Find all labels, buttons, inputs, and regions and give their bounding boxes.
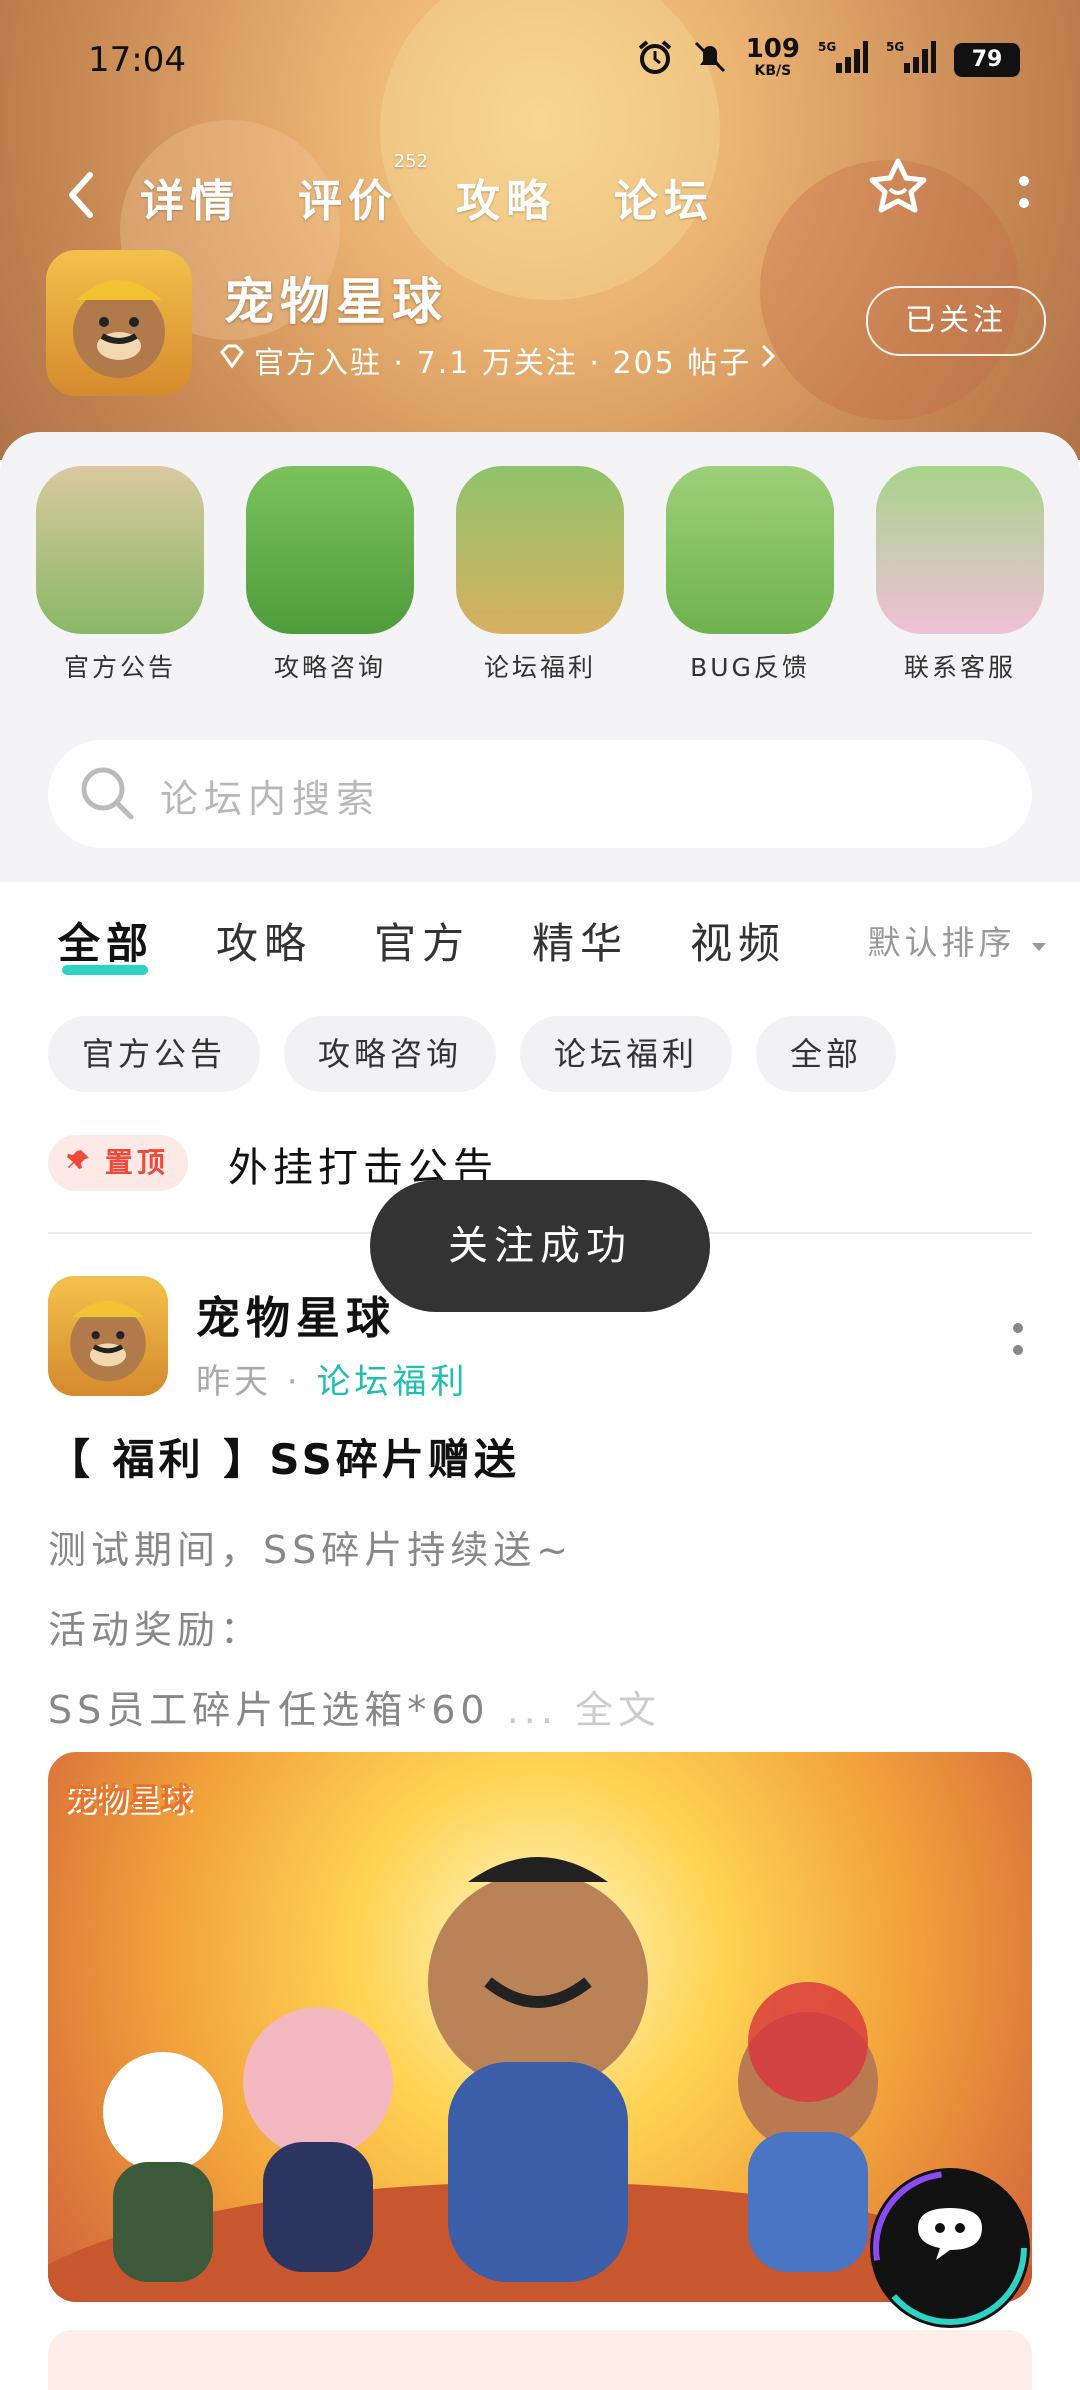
filter-all[interactable]: 全部 <box>58 910 154 975</box>
post-filter-tabs: 全部 攻略 官方 精华 视频 默认排序 <box>58 910 1048 980</box>
post-title: 【 福利 】SS碎片赠送 <box>48 1435 520 1484</box>
post-body: 测试期间，SS碎片持续送~ 活动奖励： SS员工碎片任选箱*60 ... 全文 <box>48 1510 661 1750</box>
category-chips: 官方公告 攻略咨询 论坛福利 全部 <box>48 1016 897 1092</box>
author-name[interactable]: 宠物星球 <box>196 1282 396 1346</box>
tab-details-label: 详情 <box>140 176 240 227</box>
app-meta-text: 官方入驻 · 7.1 万关注 · 205 帖子 <box>254 346 752 381</box>
tab-reviews-label: 评价 <box>298 176 398 227</box>
forum-shortcut-panel: 官方公告 攻略咨询 论坛福利 BUG反馈 联系客服 论坛内搜索 <box>0 432 1080 882</box>
post-more-icon[interactable] <box>1012 1322 1024 1358</box>
chip-official-announcement[interactable]: 官方公告 <box>48 1016 261 1092</box>
read-full-link[interactable]: ... 全文 <box>507 1688 661 1732</box>
app-header-banner: 17:04 109 KB/S 5G 5G 79 详情 评价 252 攻略 论坛 … <box>0 0 1080 460</box>
tab-guides[interactable]: 攻略 <box>456 165 556 229</box>
shortcut-official-announcement[interactable]: 官方公告 <box>36 466 204 684</box>
post-line: 活动奖励： <box>48 1608 264 1652</box>
next-post-preview[interactable] <box>48 2330 1032 2390</box>
shortcut-label: 攻略咨询 <box>273 653 386 682</box>
search-placeholder: 论坛内搜索 <box>160 777 381 821</box>
shortcut-label: 联系客服 <box>903 653 1016 682</box>
alarm-icon <box>636 38 674 82</box>
author-avatar[interactable] <box>48 1276 168 1396</box>
more-menu-icon[interactable] <box>1016 173 1032 217</box>
sort-dropdown[interactable]: 默认排序 <box>868 916 1049 964</box>
network-speed: 109 KB/S <box>746 36 800 82</box>
farmer-cat-icon <box>666 466 834 634</box>
pinned-badge: 置顶 <box>48 1135 188 1191</box>
support-cat-icon <box>876 466 1044 634</box>
sort-label: 默认排序 <box>867 923 1016 962</box>
top-nav: 详情 评价 252 攻略 论坛 <box>0 151 1080 235</box>
filter-official[interactable]: 官方 <box>374 910 470 971</box>
forum-search-bar[interactable]: 论坛内搜索 <box>48 740 1032 848</box>
full-text-label: 全文 <box>575 1688 662 1732</box>
diamond-icon <box>218 342 246 378</box>
chip-all[interactable]: 全部 <box>756 1016 897 1092</box>
status-time: 17:04 <box>88 40 186 80</box>
chat-fab-button[interactable] <box>870 2168 1030 2328</box>
filter-video[interactable]: 视频 <box>690 910 786 971</box>
chevron-right-icon <box>759 342 777 378</box>
pin-icon <box>67 1146 91 1179</box>
filter-guides[interactable]: 攻略 <box>216 910 312 971</box>
app-info: 宠物星球 官方入驻 · 7.1 万关注 · 205 帖子 已关注 <box>46 250 1046 400</box>
post-line: 测试期间，SS碎片持续送~ <box>48 1528 574 1572</box>
tab-reviews[interactable]: 评价 252 <box>298 151 428 229</box>
chat-bubble-icon <box>873 2171 1027 2325</box>
post-time: 昨天 <box>196 1362 272 1402</box>
post-line: SS员工碎片任选箱*60 <box>48 1688 490 1732</box>
svg-text:5G: 5G <box>886 40 904 54</box>
tab-guides-label: 攻略 <box>456 176 556 227</box>
follow-button[interactable]: 已关注 <box>866 286 1046 356</box>
shortcut-guide-consult[interactable]: 攻略咨询 <box>246 466 414 684</box>
witch-cat-icon <box>246 466 414 634</box>
announcement-board-icon <box>36 466 204 634</box>
svg-text:5G: 5G <box>818 40 836 54</box>
chip-guide-consult[interactable]: 攻略咨询 <box>284 1016 497 1092</box>
tab-forum[interactable]: 论坛 <box>614 165 714 233</box>
battery-indicator: 79 <box>954 43 1020 77</box>
post-meta: 昨天 · 论坛福利 <box>196 1362 469 1402</box>
mute-icon <box>692 39 728 81</box>
signal-5g-icon: 5G <box>818 39 868 81</box>
status-bar: 17:04 109 KB/S 5G 5G 79 <box>0 36 1080 88</box>
search-icon <box>78 764 136 822</box>
rabbit-icon <box>456 466 624 634</box>
follow-success-toast: 关注成功 <box>370 1180 710 1312</box>
app-name: 宠物星球 <box>224 273 448 331</box>
shortcut-forum-benefits[interactable]: 论坛福利 <box>456 466 624 684</box>
shortcut-label: 官方公告 <box>63 653 176 682</box>
back-arrow-icon[interactable] <box>60 165 100 225</box>
favorite-star-icon[interactable] <box>866 155 930 219</box>
app-meta[interactable]: 官方入驻 · 7.1 万关注 · 205 帖子 <box>218 338 777 382</box>
shortcut-label: 论坛福利 <box>483 653 596 682</box>
caret-down-icon <box>1030 923 1048 962</box>
chip-forum-benefits[interactable]: 论坛福利 <box>520 1016 733 1092</box>
filter-essence[interactable]: 精华 <box>532 910 628 971</box>
pinned-tag: 置顶 <box>104 1146 169 1179</box>
app-icon[interactable] <box>46 250 192 396</box>
tab-details[interactable]: 详情 <box>140 165 240 229</box>
shortcut-label: BUG反馈 <box>690 653 810 682</box>
post-category[interactable]: 论坛福利 <box>316 1362 468 1402</box>
shortcut-contact-support[interactable]: 联系客服 <box>876 466 1044 684</box>
shortcut-bug-feedback[interactable]: BUG反馈 <box>666 466 834 684</box>
signal-5g-icon-2: 5G <box>886 39 936 81</box>
tab-forum-label: 论坛 <box>614 176 714 227</box>
review-count-badge: 252 <box>393 151 428 172</box>
